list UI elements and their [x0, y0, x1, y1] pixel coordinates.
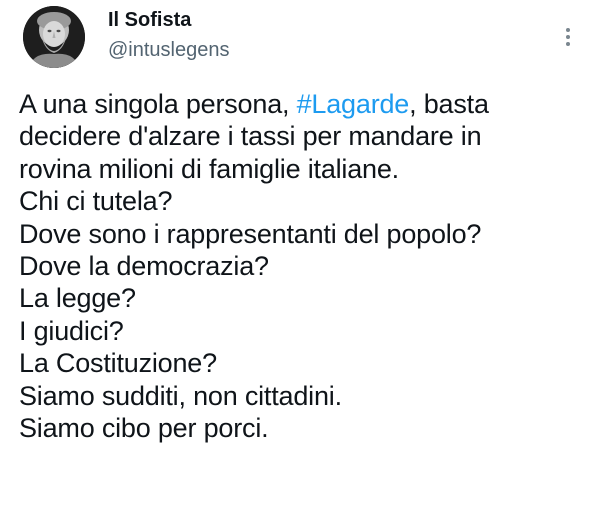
tweet-line: decidere d'alzare i tassi per mandare in	[19, 121, 482, 152]
avatar[interactable]	[23, 6, 85, 68]
tweet-line: Siamo sudditi, non cittadini.	[19, 380, 342, 411]
more-options-icon[interactable]	[556, 18, 580, 54]
hashtag-link[interactable]: #Lagarde	[297, 89, 410, 119]
tweet-line: La legge?	[19, 283, 136, 314]
tweet-line: I giudici?	[19, 315, 124, 346]
tweet-line: rovina milioni di famiglie italiane.	[19, 153, 399, 184]
tweet-text-segment: A una singola persona,	[19, 89, 297, 119]
dot	[566, 42, 570, 46]
bust-portrait-icon	[23, 6, 85, 68]
tweet-line: Dove sono i rappresentanti del popolo?	[19, 218, 482, 249]
tweet-line: Siamo cibo per porci.	[19, 413, 269, 444]
author-name[interactable]: Il Sofista	[108, 8, 191, 32]
tweet-card: Il Sofista @intuslegens A una singola pe…	[0, 0, 600, 518]
tweet-text: A una singola persona, #Lagarde, basta d…	[19, 88, 589, 444]
tweet-line: A una singola persona, #Lagarde, basta	[19, 88, 589, 120]
tweet-line: Dove la democrazia?	[19, 251, 269, 282]
tweet-line: Chi ci tutela?	[19, 186, 173, 217]
dot	[566, 35, 570, 39]
dot	[566, 28, 570, 32]
tweet-text-segment: , basta	[409, 89, 489, 119]
author-handle[interactable]: @intuslegens	[108, 38, 229, 62]
tweet-line: La Costituzione?	[19, 348, 217, 379]
